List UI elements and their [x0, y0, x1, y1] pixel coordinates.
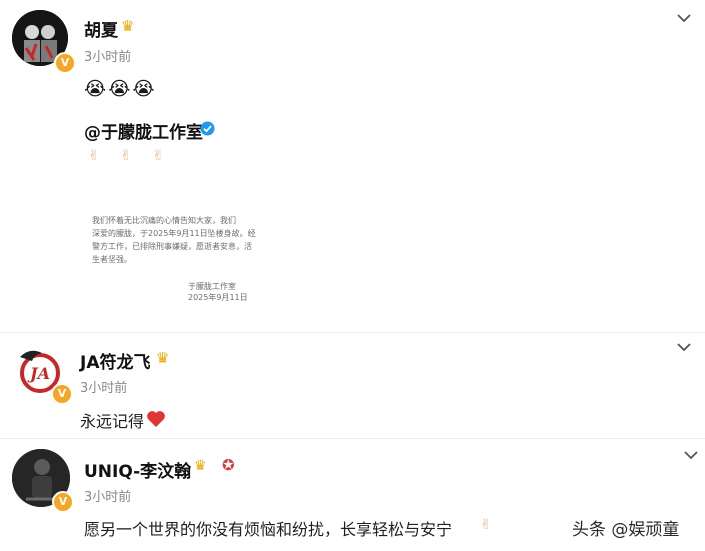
- award-icon: ✪: [222, 456, 235, 474]
- statement-image[interactable]: 我们怀着无比沉痛的心情告知大家，我们 深爱的朦胧，于2025年9月11日坠楼身故…: [84, 178, 280, 323]
- verified-badge-icon: V: [54, 52, 76, 74]
- timestamp: 3小时前: [84, 50, 132, 65]
- crying-face-icon: 😭😭😭: [84, 78, 157, 100]
- post-3: V UNIQ-李汶翰 ♛ ✪ 3小时前 愿另一个世界的你没有烦恼和纷扰，长享轻松…: [0, 439, 705, 551]
- username[interactable]: UNIQ-李汶翰: [84, 457, 191, 482]
- statement-date: 2025年9月11日: [188, 293, 248, 302]
- post-1: V 胡夏 ♛ 3小时前 😭😭😭 @于朦胧工作室 ✌ ✌ ✌ 我们怀着无比沉痛的心…: [0, 0, 705, 330]
- heart-icon: [147, 411, 165, 427]
- crown-icon: ♛: [156, 349, 170, 367]
- verified-badge-icon: V: [51, 383, 73, 405]
- verified-badge-icon: [200, 121, 215, 136]
- statement-line: 深爱的朦胧，于2025年9月11日坠楼身故。经: [92, 229, 256, 238]
- svg-text:JA: JA: [27, 364, 50, 383]
- mention-link[interactable]: @于朦胧工作室: [84, 118, 203, 143]
- comment-text: 永远记得: [80, 412, 145, 431]
- crown-icon: ♛: [121, 17, 135, 35]
- chevron-down-icon[interactable]: [676, 12, 692, 24]
- username[interactable]: 胡夏: [84, 16, 118, 41]
- chevron-down-icon[interactable]: [676, 341, 692, 353]
- statement-line: 警方工作，已排除刑事嫌疑，愿逝者安息，活: [92, 242, 252, 251]
- timestamp: 3小时前: [80, 381, 128, 396]
- verified-badge-icon: V: [52, 491, 74, 513]
- statement-line: 我们怀着无比沉痛的心情告知大家，我们: [92, 216, 236, 225]
- hand-icon: ✌ ✌ ✌: [88, 148, 173, 164]
- crown-icon: ♛: [194, 458, 207, 474]
- comment-text: 愿另一个世界的你没有烦恼和纷扰，长享轻松与安宁: [84, 520, 453, 539]
- hand-icon: ✌: [480, 517, 492, 533]
- username[interactable]: JA符龙飞: [80, 348, 150, 373]
- post-2: JA V JA符龙飞 ♛ 3小时前 永远记得: [0, 333, 705, 438]
- timestamp: 3小时前: [84, 490, 132, 505]
- statement-line: 生者坚强。: [92, 255, 132, 264]
- watermark: 头条 @娱顽童: [572, 520, 680, 540]
- chevron-down-icon[interactable]: [683, 449, 699, 461]
